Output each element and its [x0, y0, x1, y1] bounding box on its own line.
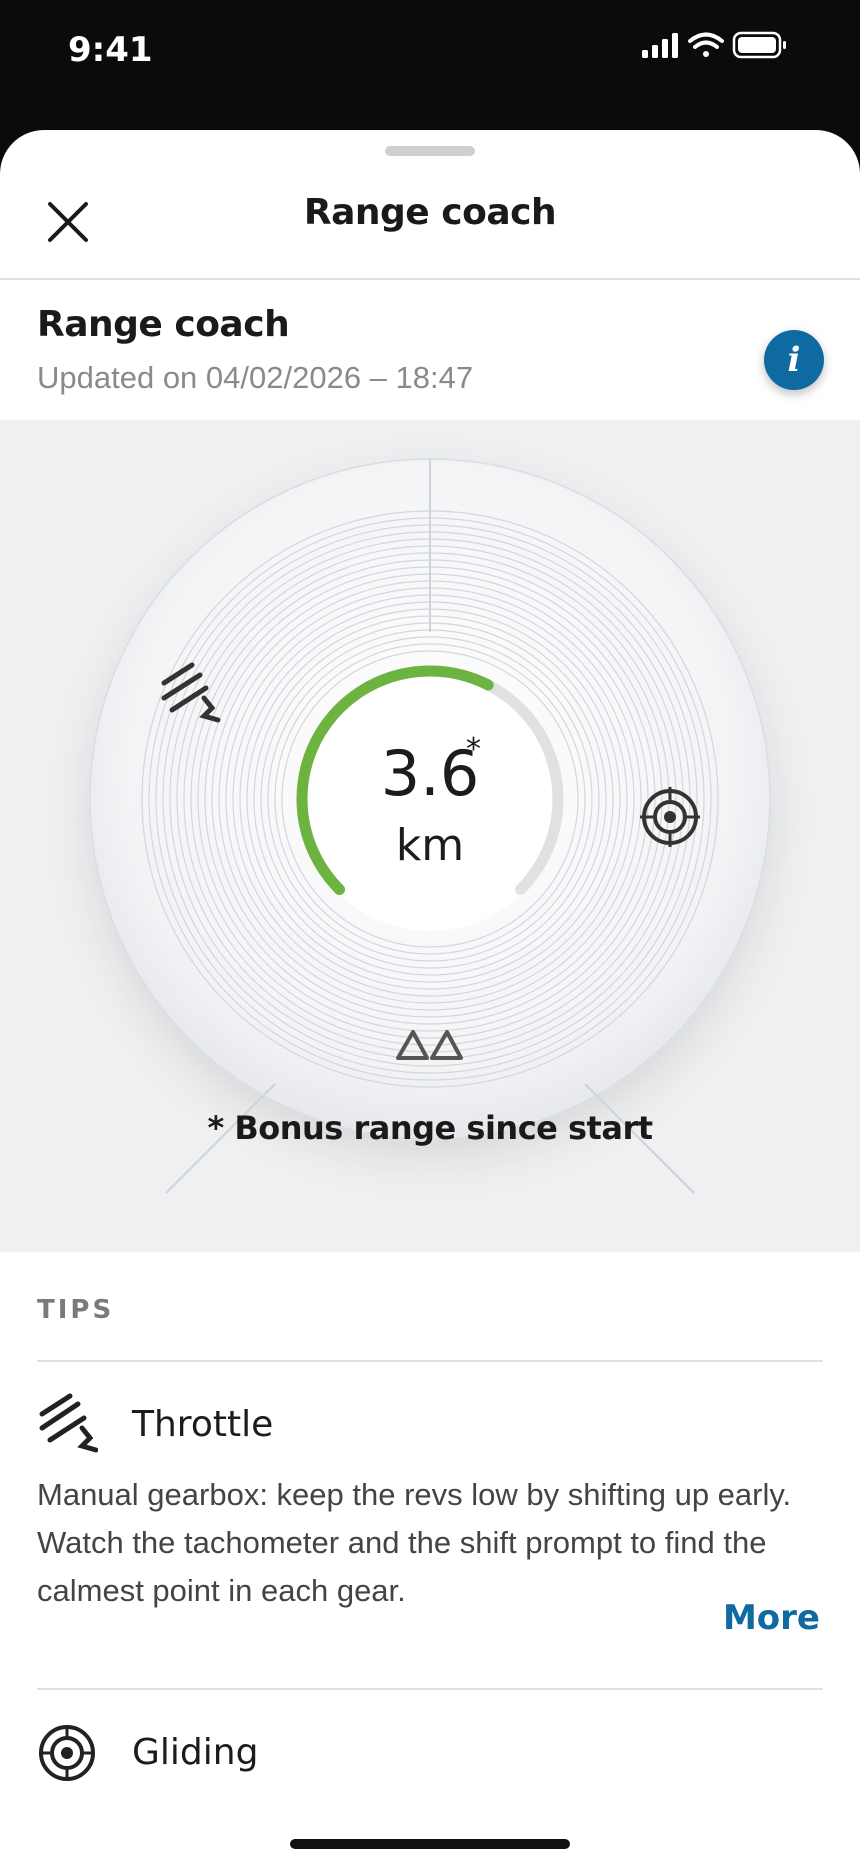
bottom-sheet: Range coach Range coach Updated on 04/02…: [0, 130, 860, 1864]
bonus-range-value: 3.6: [380, 737, 480, 810]
tip-title: Gliding: [132, 1732, 259, 1773]
value-asterisk: *: [466, 732, 481, 767]
sheet-header: Range coach: [0, 130, 860, 280]
bonus-range-unit: km: [395, 820, 465, 871]
bonus-range-footnote: * Bonus range since start: [207, 1109, 653, 1147]
info-icon: i: [787, 340, 801, 380]
card-title: Range coach: [37, 304, 290, 345]
updated-timestamp: Updated on 04/02/2026 – 18:47: [37, 360, 474, 395]
range-coach-card: Range coach Updated on 04/02/2026 – 18:4…: [0, 280, 860, 420]
tip-divider: [37, 1688, 823, 1690]
tips-heading: TIPS: [37, 1295, 115, 1325]
status-icons: [642, 30, 802, 64]
battery-icon: [732, 31, 786, 59]
page-title: Range coach: [303, 192, 557, 233]
tips-section: TIPS Throttle Manual gearbox: keep the r…: [0, 1252, 860, 1864]
info-button[interactable]: i: [764, 330, 824, 390]
tip-title: Throttle: [132, 1404, 274, 1445]
cellular-signal-icon: [642, 33, 678, 58]
status-time: 9:41: [68, 30, 153, 70]
tip-body: Manual gearbox: keep the revs low by shi…: [37, 1477, 792, 1608]
range-gauge-panel: 3.6 * km * Bonus range since start: [0, 420, 860, 1252]
home-indicator[interactable]: [290, 1839, 570, 1849]
wifi-icon: [688, 32, 724, 57]
gliding-icon: [39, 1725, 95, 1781]
status-bar: 9:41: [0, 0, 860, 130]
tips-divider: [37, 1360, 823, 1362]
throttle-icon: [39, 1393, 98, 1453]
more-link[interactable]: More: [723, 1598, 820, 1638]
